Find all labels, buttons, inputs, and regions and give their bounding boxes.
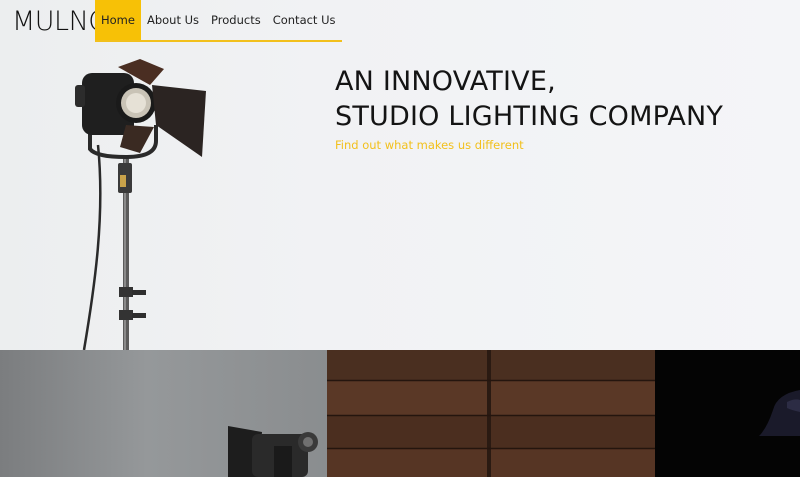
photo-tile-dark[interactable] [655, 350, 800, 477]
photo-tile-wood[interactable] [327, 350, 655, 477]
nav-item-contact-us[interactable]: Contact Us [267, 0, 342, 40]
hero-subline-link[interactable]: Find out what makes us different [335, 138, 524, 152]
nav-item-home[interactable]: Home [95, 0, 141, 40]
wood-seam [487, 350, 491, 477]
studio-light-image [75, 59, 206, 350]
barn-door-right [152, 85, 206, 157]
hero-headline-line-2: STUDIO LIGHTING COMPANY [335, 101, 724, 132]
main-nav: Home About Us Products Contact Us [95, 0, 342, 42]
light-closeup-image [228, 426, 318, 477]
nav-item-about-us[interactable]: About Us [141, 0, 205, 40]
stand-tape [120, 175, 126, 187]
dark-lamp-silhouette [759, 390, 800, 436]
hero-section: MULNO Home About Us Products Contact Us [0, 0, 800, 350]
lamp-rear-knob [75, 85, 85, 107]
barn-door-bottom [120, 125, 154, 153]
lamp-lens-center [126, 93, 146, 113]
closeup-yoke [274, 446, 292, 477]
nav-item-products[interactable]: Products [205, 0, 267, 40]
photo-tile-light-closeup[interactable] [0, 350, 327, 477]
stand-knob-upper-handle [132, 290, 146, 295]
wood-wall-image [327, 350, 655, 477]
dark-lamp-image [759, 390, 800, 436]
hero-headline-line-1: AN INNOVATIVE, [335, 66, 556, 97]
closeup-knob-center [303, 437, 313, 447]
stand-knob-lower-handle [132, 313, 146, 318]
cable-line [82, 144, 102, 350]
stand-knob-lower [119, 310, 133, 320]
hero-headline: AN INNOVATIVE, STUDIO LIGHTING COMPANY [335, 64, 723, 134]
stand-knob-upper [119, 287, 133, 297]
